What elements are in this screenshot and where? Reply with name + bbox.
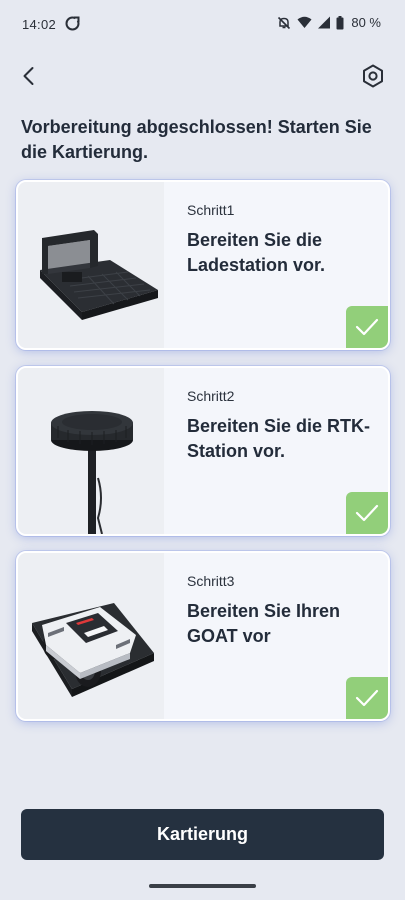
checkmark-icon — [355, 689, 379, 707]
settings-button[interactable] — [359, 62, 387, 90]
home-indicator[interactable] — [149, 884, 256, 888]
checkmark-icon — [355, 318, 379, 336]
step-complete-badge — [346, 677, 388, 719]
step-card-rtk-station[interactable]: Schritt2 Bereiten Sie die RTK-Station vo… — [16, 366, 390, 536]
start-mapping-button[interactable]: Kartierung — [21, 809, 384, 860]
status-icons: 80 % — [277, 15, 381, 30]
step-label: Schritt2 — [187, 388, 235, 404]
status-bar: 14:02 80 % — [0, 0, 405, 48]
battery-text: 80 % — [351, 15, 381, 30]
rtk-antenna-image — [18, 368, 164, 534]
step-complete-badge — [346, 492, 388, 534]
step-complete-badge — [346, 306, 388, 348]
step-title: Bereiten Sie Ihren GOAT vor — [187, 601, 341, 646]
step-title: Bereiten Sie die RTK-Station vor. — [187, 416, 371, 461]
battery-icon — [336, 15, 344, 30]
back-button[interactable] — [16, 62, 44, 90]
wifi-icon — [297, 16, 312, 29]
step-card-robot-mower[interactable]: Schritt3 Bereiten Sie Ihren GOAT vor — [16, 551, 390, 721]
step-label: Schritt1 — [187, 202, 235, 218]
status-time: 14:02 — [22, 17, 57, 32]
step-card-charging-station[interactable]: Schritt1 Bereiten Sie die Ladestation vo… — [16, 180, 390, 350]
mute-icon — [277, 16, 291, 30]
checkmark-icon — [355, 504, 379, 522]
sync-icon — [64, 15, 81, 32]
robot-mower-image — [18, 553, 164, 719]
step-title: Bereiten Sie die Ladestation vor. — [187, 230, 326, 275]
page-heading: Vorbereitung abgeschlossen! Starten Sie … — [21, 117, 372, 162]
step-label: Schritt3 — [187, 573, 235, 589]
signal-icon — [318, 16, 331, 29]
hexagon-settings-icon — [363, 64, 383, 88]
charging-station-image — [18, 182, 164, 348]
top-bar — [0, 58, 405, 94]
chevron-left-icon — [23, 67, 34, 85]
